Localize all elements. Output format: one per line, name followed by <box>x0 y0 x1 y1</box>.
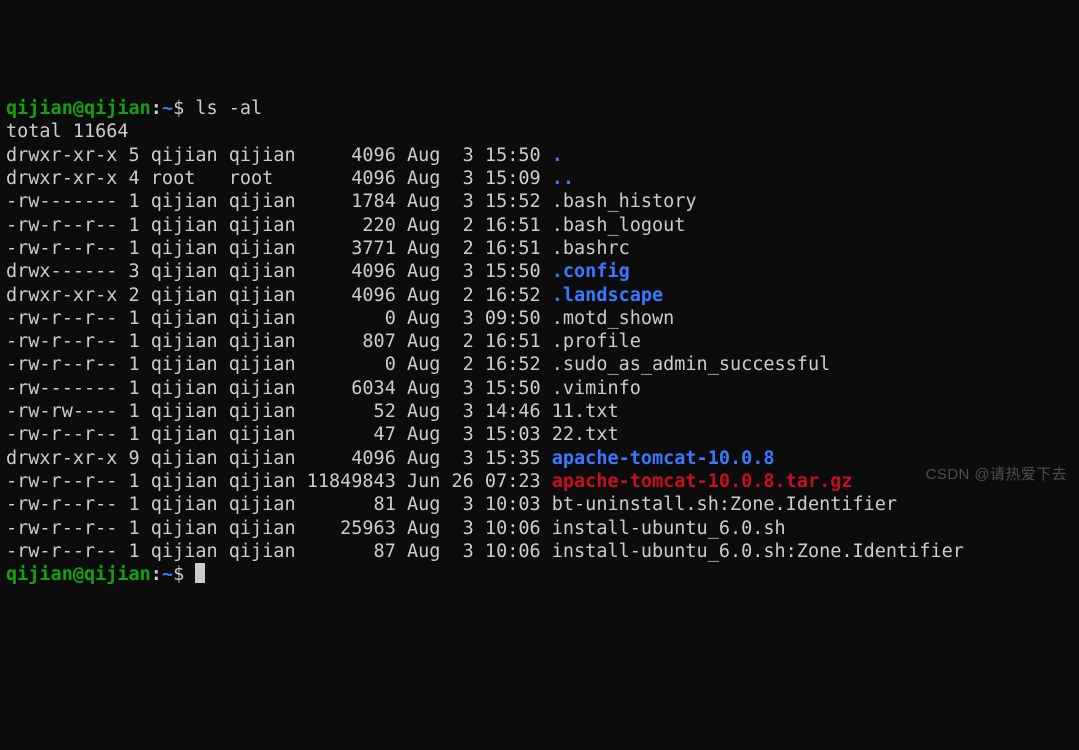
filename: apache-tomcat-10.0.8.tar.gz <box>552 471 853 492</box>
filename: .motd_shown <box>552 308 675 329</box>
prompt-userhost: qijian@qijian <box>6 98 151 119</box>
terminal[interactable]: qijian@qijian:~$ ls -al total 11664 drwx… <box>6 97 1073 586</box>
filename: 11.txt <box>552 401 619 422</box>
prompt-path: ~ <box>162 564 173 585</box>
prompt-dollar: $ <box>173 564 184 585</box>
prompt-path: ~ <box>162 98 173 119</box>
list-row: -rw-r--r-- 1 qijian qijian 47 Aug 3 15:0… <box>6 424 619 445</box>
prompt-colon: : <box>151 564 162 585</box>
filename: .landscape <box>552 285 663 306</box>
prompt-line-2: qijian@qijian:~$ <box>6 564 205 585</box>
list-row: -rw-r--r-- 1 qijian qijian 3771 Aug 2 16… <box>6 238 630 259</box>
filename: .. <box>552 168 574 189</box>
list-row: -rw-r--r-- 1 qijian qijian 220 Aug 2 16:… <box>6 215 685 236</box>
filename: 22.txt <box>552 424 619 445</box>
list-row: drwxr-xr-x 4 root root 4096 Aug 3 15:09 … <box>6 168 574 189</box>
list-row: -rw-rw---- 1 qijian qijian 52 Aug 3 14:4… <box>6 401 619 422</box>
filename: bt-uninstall.sh:Zone.Identifier <box>552 494 897 515</box>
list-row: -rw-r--r-- 1 qijian qijian 87 Aug 3 10:0… <box>6 541 964 562</box>
list-row: -rw-r--r-- 1 qijian qijian 11849843 Jun … <box>6 471 853 492</box>
command-text: ls -al <box>195 98 262 119</box>
filename: install-ubuntu_6.0.sh <box>552 518 786 539</box>
list-row: drwxr-xr-x 5 qijian qijian 4096 Aug 3 15… <box>6 145 563 166</box>
watermark: CSDN @请热爱下去 <box>926 466 1067 485</box>
prompt-dollar: $ <box>173 98 184 119</box>
total-line: total 11664 <box>6 121 129 142</box>
filename: .config <box>552 261 630 282</box>
prompt-line-1: qijian@qijian:~$ ls -al <box>6 98 262 119</box>
filename: .bash_history <box>552 191 697 212</box>
filename: install-ubuntu_6.0.sh:Zone.Identifier <box>552 541 964 562</box>
list-row: -rw-r--r-- 1 qijian qijian 0 Aug 3 09:50… <box>6 308 674 329</box>
list-row: -rw-r--r-- 1 qijian qijian 807 Aug 2 16:… <box>6 331 641 352</box>
list-row: -rw------- 1 qijian qijian 6034 Aug 3 15… <box>6 378 641 399</box>
list-row: -rw------- 1 qijian qijian 1784 Aug 3 15… <box>6 191 697 212</box>
filename: . <box>552 145 563 166</box>
cursor-icon <box>195 563 205 583</box>
list-row: drwxr-xr-x 2 qijian qijian 4096 Aug 2 16… <box>6 285 663 306</box>
filename: .bashrc <box>552 238 630 259</box>
list-row: -rw-r--r-- 1 qijian qijian 25963 Aug 3 1… <box>6 518 786 539</box>
filename: .profile <box>552 331 641 352</box>
prompt-userhost: qijian@qijian <box>6 564 151 585</box>
list-row: drwxr-xr-x 9 qijian qijian 4096 Aug 3 15… <box>6 448 775 469</box>
list-row: -rw-r--r-- 1 qijian qijian 81 Aug 3 10:0… <box>6 494 897 515</box>
filename: .bash_logout <box>552 215 686 236</box>
listing: drwxr-xr-x 5 qijian qijian 4096 Aug 3 15… <box>6 145 964 562</box>
filename: .sudo_as_admin_successful <box>552 354 830 375</box>
prompt-colon: : <box>151 98 162 119</box>
filename: apache-tomcat-10.0.8 <box>552 448 775 469</box>
list-row: -rw-r--r-- 1 qijian qijian 0 Aug 2 16:52… <box>6 354 830 375</box>
list-row: drwx------ 3 qijian qijian 4096 Aug 3 15… <box>6 261 630 282</box>
filename: .viminfo <box>552 378 641 399</box>
